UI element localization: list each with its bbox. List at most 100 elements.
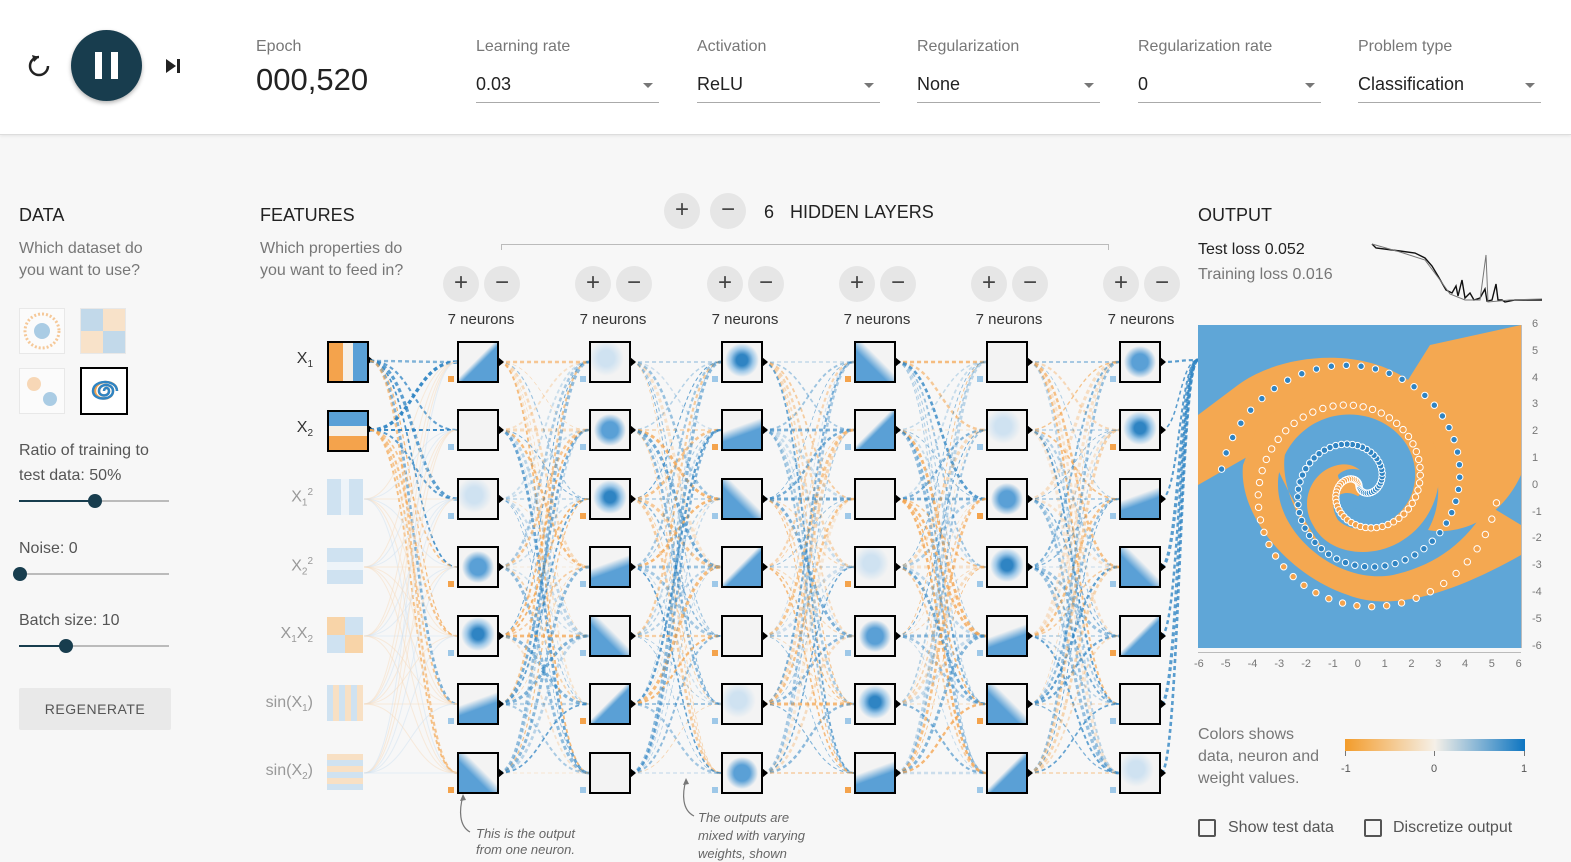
weight-link[interactable]: [630, 361, 722, 500]
weight-link[interactable]: [498, 361, 590, 500]
bias-indicator[interactable]: [580, 650, 586, 656]
neuron-node[interactable]: [721, 752, 763, 794]
neuron-node[interactable]: [1119, 409, 1161, 451]
neuron-node[interactable]: [589, 341, 631, 383]
weight-link[interactable]: [498, 498, 590, 774]
weight-link[interactable]: [895, 429, 987, 705]
neuron-node[interactable]: [457, 615, 499, 657]
bias-indicator[interactable]: [448, 376, 454, 382]
bias-indicator[interactable]: [1110, 581, 1116, 587]
weight-link[interactable]: [630, 635, 722, 774]
bias-indicator[interactable]: [580, 444, 586, 450]
bias-indicator[interactable]: [977, 513, 983, 519]
weight-link[interactable]: [1027, 635, 1120, 774]
neuron-node[interactable]: [721, 409, 763, 451]
neuron-node[interactable]: [1119, 341, 1161, 383]
bias-indicator[interactable]: [448, 787, 454, 793]
weight-link[interactable]: [630, 428, 722, 706]
neuron-node[interactable]: [986, 615, 1028, 657]
bias-indicator[interactable]: [845, 444, 851, 450]
weight-link[interactable]: [630, 360, 722, 638]
neuron-node[interactable]: [1119, 683, 1161, 725]
neuron-node[interactable]: [854, 546, 896, 588]
neuron-node[interactable]: [589, 409, 631, 451]
weight-link[interactable]: [895, 634, 987, 775]
bias-indicator[interactable]: [977, 787, 983, 793]
neuron-node[interactable]: [457, 546, 499, 588]
bias-indicator[interactable]: [977, 376, 983, 382]
bias-indicator[interactable]: [1110, 513, 1116, 519]
bias-indicator[interactable]: [845, 650, 851, 656]
neuron-node[interactable]: [1119, 752, 1161, 794]
neuron-node[interactable]: [854, 341, 896, 383]
weight-link[interactable]: [762, 429, 855, 774]
neuron-node[interactable]: [721, 615, 763, 657]
bias-indicator[interactable]: [448, 650, 454, 656]
weight-link[interactable]: [498, 429, 590, 774]
bias-indicator[interactable]: [712, 787, 718, 793]
weight-link[interactable]: [895, 361, 987, 500]
neuron-node[interactable]: [457, 478, 499, 520]
bias-indicator[interactable]: [845, 376, 851, 382]
bias-indicator[interactable]: [712, 513, 718, 519]
bias-indicator[interactable]: [580, 513, 586, 519]
discretize-output-label[interactable]: Discretize output: [1393, 819, 1512, 837]
neuron-node[interactable]: [854, 478, 896, 520]
weight-link[interactable]: [363, 429, 458, 774]
bias-indicator[interactable]: [580, 376, 586, 382]
bias-indicator[interactable]: [712, 581, 718, 587]
bias-indicator[interactable]: [1110, 718, 1116, 724]
bias-indicator[interactable]: [1110, 787, 1116, 793]
neuron-node[interactable]: [854, 615, 896, 657]
show-test-data-label[interactable]: Show test data: [1228, 819, 1334, 837]
neuron-node[interactable]: [986, 478, 1028, 520]
weight-link[interactable]: [369, 359, 458, 364]
neuron-node[interactable]: [854, 752, 896, 794]
neuron-node[interactable]: [457, 341, 499, 383]
bias-indicator[interactable]: [845, 787, 851, 793]
bias-indicator[interactable]: [977, 718, 983, 724]
weight-link[interactable]: [498, 428, 590, 706]
bias-indicator[interactable]: [1110, 376, 1116, 382]
weight-link[interactable]: [895, 429, 987, 774]
neuron-node[interactable]: [589, 546, 631, 588]
neuron-node[interactable]: [1119, 615, 1161, 657]
neuron-node[interactable]: [457, 683, 499, 725]
neuron-node[interactable]: [721, 546, 763, 588]
neuron-node[interactable]: [589, 478, 631, 520]
bias-indicator[interactable]: [977, 650, 983, 656]
neuron-node[interactable]: [986, 341, 1028, 383]
bias-indicator[interactable]: [580, 787, 586, 793]
bias-indicator[interactable]: [580, 581, 586, 587]
weight-link[interactable]: [1159, 358, 1200, 706]
weight-link[interactable]: [1027, 428, 1120, 775]
weight-link[interactable]: [630, 428, 722, 775]
neuron-node[interactable]: [1119, 546, 1161, 588]
neuron-node[interactable]: [589, 683, 631, 725]
weight-link[interactable]: [895, 497, 987, 775]
neuron-node[interactable]: [986, 752, 1028, 794]
bias-indicator[interactable]: [977, 444, 983, 450]
neuron-node[interactable]: [721, 341, 763, 383]
neuron-node[interactable]: [457, 409, 499, 451]
neuron-node[interactable]: [589, 752, 631, 794]
show-test-data-checkbox[interactable]: [1198, 819, 1216, 837]
bias-indicator[interactable]: [977, 581, 983, 587]
discretize-output-checkbox[interactable]: [1364, 819, 1382, 837]
bias-indicator[interactable]: [845, 718, 851, 724]
bias-indicator[interactable]: [448, 444, 454, 450]
bias-indicator[interactable]: [1110, 650, 1116, 656]
weight-link[interactable]: [363, 361, 458, 705]
bias-indicator[interactable]: [712, 650, 718, 656]
neuron-node[interactable]: [986, 683, 1028, 725]
bias-indicator[interactable]: [845, 513, 851, 519]
bias-indicator[interactable]: [712, 376, 718, 382]
bias-indicator[interactable]: [580, 718, 586, 724]
neuron-node[interactable]: [1119, 478, 1161, 520]
neuron-node[interactable]: [721, 478, 763, 520]
neuron-node[interactable]: [854, 683, 896, 725]
neuron-node[interactable]: [986, 546, 1028, 588]
weight-link[interactable]: [630, 498, 722, 774]
neuron-node[interactable]: [854, 409, 896, 451]
bias-indicator[interactable]: [1110, 444, 1116, 450]
